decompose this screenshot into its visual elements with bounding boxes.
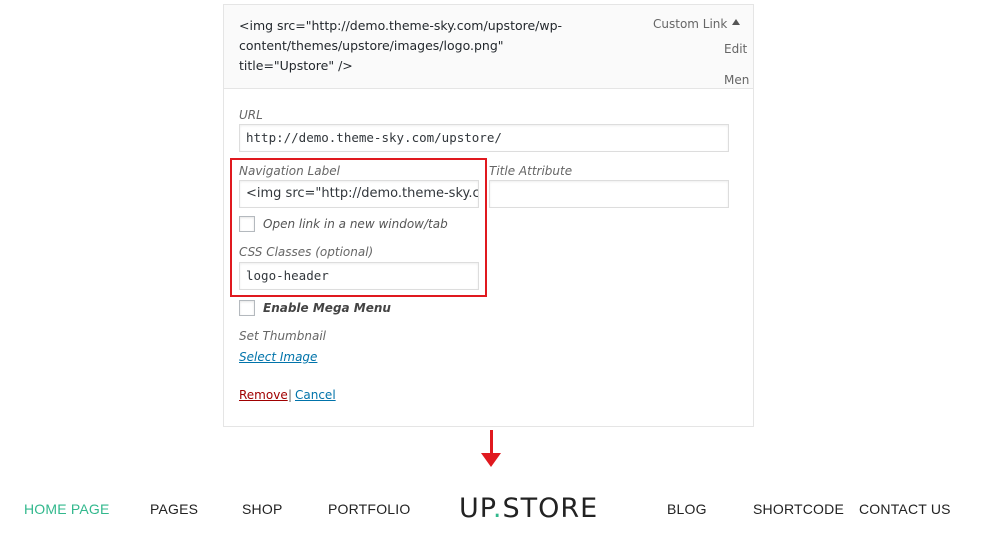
cancel-link[interactable]: Cancel [295,388,336,402]
item-type-label: Custom Link [653,17,728,31]
logo-text-left: UP [459,493,493,524]
link-separator: | [288,388,293,402]
url-input[interactable]: http://demo.theme-sky.com/upstore/ [239,124,729,152]
remove-link[interactable]: Remove [239,388,288,402]
menu-item-header[interactable]: <img src="http://demo.theme-sky.com/upst… [224,5,753,89]
site-logo[interactable]: UP.STORE [459,493,598,524]
logo-text-right: STORE [502,493,599,524]
set-thumbnail-label: Set Thumbnail [239,329,326,343]
highlight-box [230,158,487,297]
edit-link[interactable]: Edit [724,42,747,56]
nav-contact-us[interactable]: CONTACT US [859,501,951,517]
toggle-arrow-icon[interactable] [732,19,740,25]
down-arrow-head-icon [481,453,501,467]
title-attribute-input[interactable] [489,180,729,208]
mega-menu-label: Enable Mega Menu [263,301,391,315]
nav-shop[interactable]: SHOP [242,501,282,517]
nav-shortcode[interactable]: SHORTCODE [753,501,844,517]
url-label: URL [239,108,263,122]
mega-menu-checkbox[interactable] [239,300,255,316]
title-attribute-label: Title Attribute [489,164,573,178]
nav-pages[interactable]: PAGES [150,501,198,517]
logo-dot: . [492,493,503,524]
nav-blog[interactable]: BLOG [667,501,707,517]
menu-item-title: <img src="http://demo.theme-sky.com/upst… [239,18,563,73]
men-label: Men [724,73,750,87]
nav-portfolio[interactable]: PORTFOLIO [328,501,410,517]
select-image-link[interactable]: Select Image [239,350,317,364]
nav-home-page[interactable]: HOME PAGE [24,501,110,517]
